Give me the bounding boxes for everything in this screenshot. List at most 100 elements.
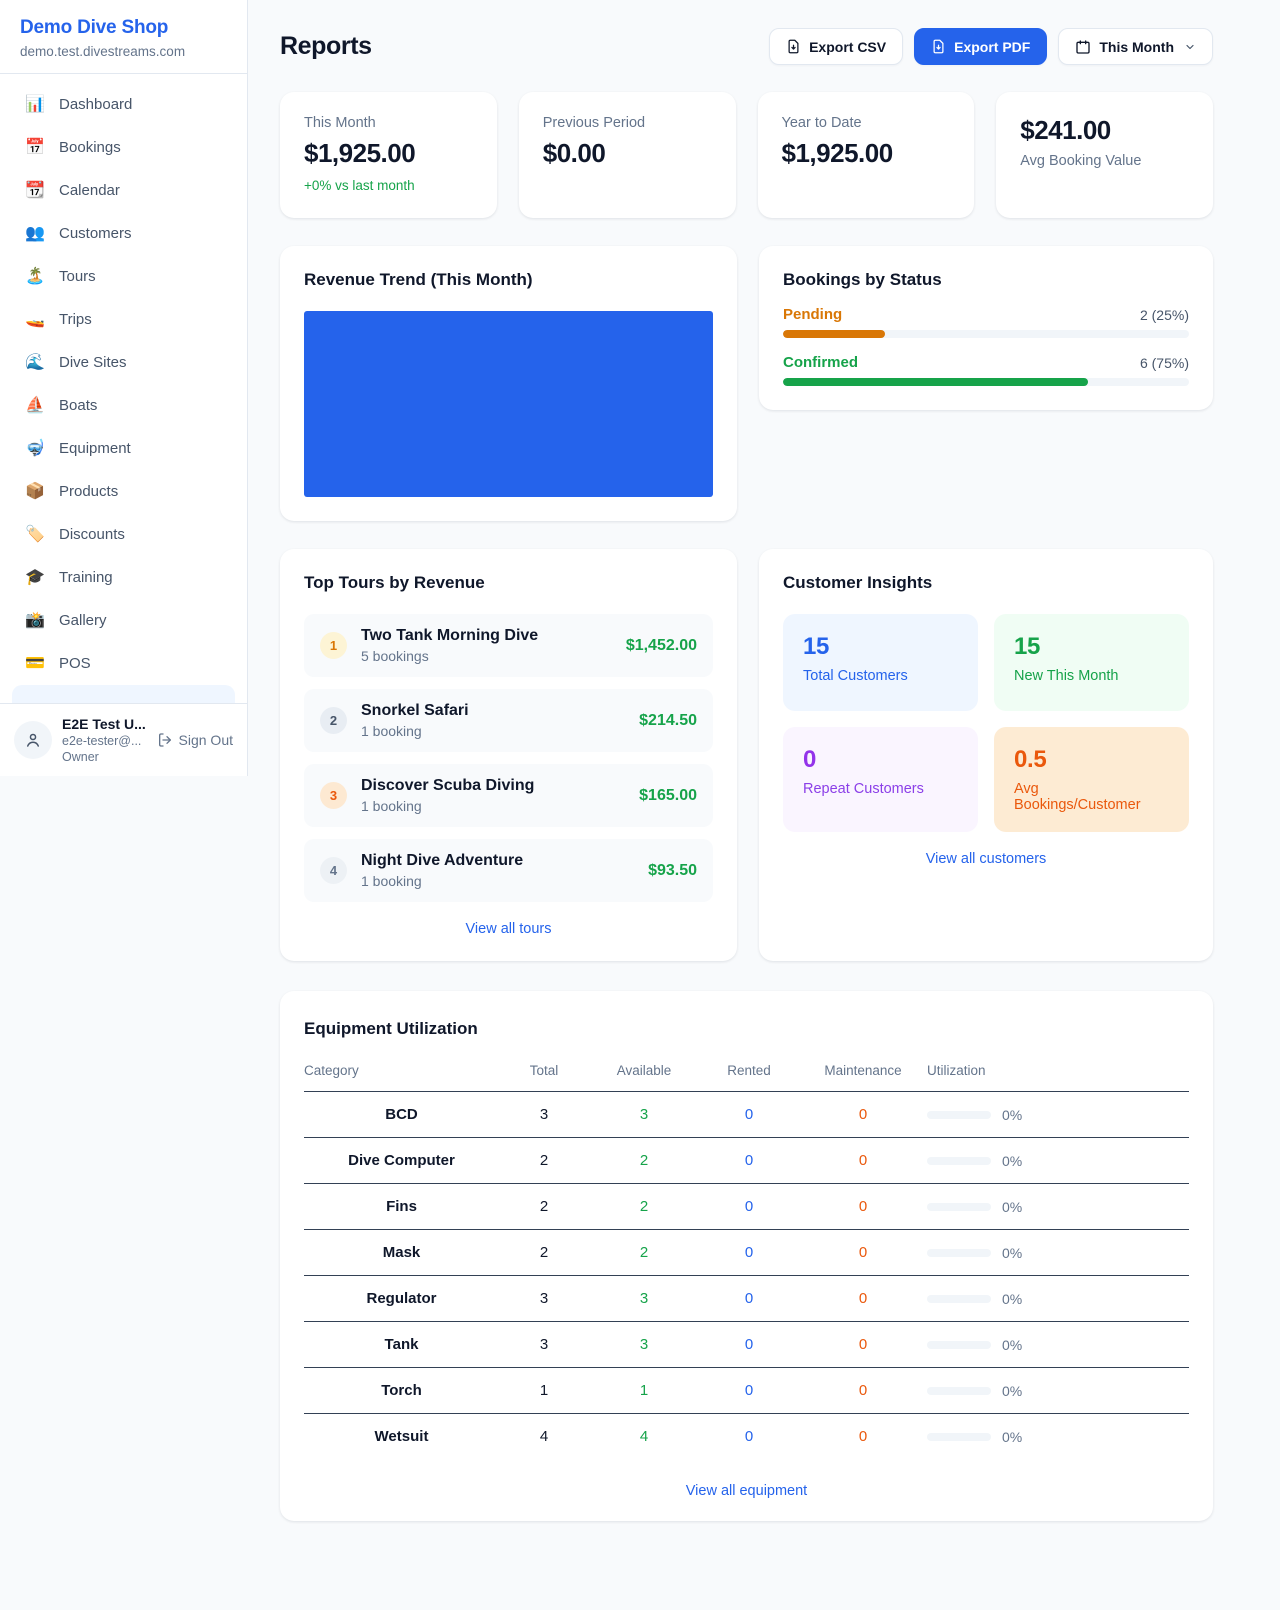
period-select[interactable]: This Month — [1058, 28, 1213, 65]
sidebar-item-gallery[interactable]: 📸Gallery — [12, 600, 235, 640]
tour-rank-badge: 1 — [320, 632, 347, 659]
sidebar-item-discounts[interactable]: 🏷️Discounts — [12, 514, 235, 554]
available-cell: 3 — [589, 1276, 699, 1322]
boats-icon: ⛵ — [24, 395, 46, 415]
sidebar-header: Demo Dive Shop demo.test.divestreams.com — [0, 0, 247, 74]
table-row: Wetsuit44000% — [304, 1414, 1189, 1460]
utilization-cell: 0% — [927, 1276, 1189, 1322]
page-header: Reports Export CSV Export PDF This Month — [280, 28, 1213, 65]
available-cell: 3 — [589, 1092, 699, 1138]
sidebar-item-label: Trips — [59, 311, 92, 328]
tour-name: Snorkel Safari — [361, 702, 625, 720]
stat-label: Year to Date — [782, 115, 951, 131]
tour-rank-badge: 4 — [320, 857, 347, 884]
table-row: Regulator33000% — [304, 1276, 1189, 1322]
stat-value: $0.00 — [543, 138, 712, 169]
utilization-percent: 0% — [1002, 1337, 1022, 1353]
category-cell: BCD — [304, 1092, 499, 1138]
export-pdf-button[interactable]: Export PDF — [914, 28, 1047, 65]
tour-bookings-count: 1 booking — [361, 873, 634, 889]
maintenance-cell: 0 — [799, 1276, 927, 1322]
sidebar-item-bookings[interactable]: 📅 Bookings — [12, 127, 235, 167]
charts-row: Revenue Trend (This Month) Bookings by S… — [280, 246, 1213, 521]
sidebar-user-panel: E2E Test U... e2e-tester@... Owner Sign … — [0, 703, 247, 776]
utilization-bar — [927, 1387, 991, 1395]
tour-bookings-count: 5 bookings — [361, 648, 612, 664]
tour-revenue: $93.50 — [648, 862, 697, 880]
available-cell: 2 — [589, 1138, 699, 1184]
shop-name[interactable]: Demo Dive Shop — [20, 17, 227, 39]
tour-revenue: $165.00 — [639, 787, 697, 805]
insights-row: Top Tours by Revenue 1Two Tank Morning D… — [280, 549, 1213, 961]
utilization-wrap: 0% — [927, 1107, 1189, 1123]
category-cell: Tank — [304, 1322, 499, 1368]
export-csv-button[interactable]: Export CSV — [769, 28, 903, 65]
tour-info: Night Dive Adventure1 booking — [361, 852, 634, 889]
utilization-cell: 0% — [927, 1184, 1189, 1230]
utilization-bar — [927, 1203, 991, 1211]
person-icon — [24, 731, 42, 749]
sign-out-button[interactable]: Sign Out — [157, 732, 233, 748]
customer-insights-tiles: 15Total Customers15New This Month0Repeat… — [783, 614, 1189, 832]
sidebar-item-active-clipped[interactable] — [12, 685, 235, 703]
customers-icon: 👥 — [24, 223, 46, 243]
insight-value: 0 — [803, 746, 958, 774]
sidebar-item-label: Products — [59, 483, 118, 500]
utilization-percent: 0% — [1002, 1153, 1022, 1169]
sidebar-item-products[interactable]: 📦 Products — [12, 471, 235, 511]
main-content: Reports Export CSV Export PDF This Month — [248, 0, 1280, 1561]
bookings-status-card: Bookings by Status Pending2 (25%)Confirm… — [759, 246, 1213, 410]
status-row-top: Pending2 (25%) — [783, 306, 1189, 323]
revenue-trend-chart — [304, 311, 713, 497]
sidebar-item-tours[interactable]: 🏝️ Tours — [12, 256, 235, 296]
category-cell: Dive Computer — [304, 1138, 499, 1184]
sidebar-item-label: Dashboard — [59, 96, 132, 113]
tour-row: 4 Night Dive Adventure1 booking $93.50 — [304, 839, 713, 902]
maintenance-cell: 0 — [799, 1092, 927, 1138]
tour-row: 1Two Tank Morning Dive5 bookings$1,452.0… — [304, 614, 713, 677]
bookings-icon: 📅 — [24, 137, 46, 157]
sidebar-item-trips[interactable]: 🚤Trips — [12, 299, 235, 339]
total-cell: 2 — [499, 1230, 589, 1276]
stat-value: $241.00 — [1020, 115, 1189, 146]
maintenance-cell: 0 — [799, 1368, 927, 1414]
view-all-equipment-link[interactable]: View all equipment — [304, 1483, 1189, 1499]
rented-cell: 0 — [699, 1322, 799, 1368]
sidebar-item-pos[interactable]: 💳POS — [12, 643, 235, 683]
status-label: Confirmed — [783, 354, 858, 371]
maintenance-cell: 0 — [799, 1184, 927, 1230]
sidebar-item-training[interactable]: 🎓Training — [12, 557, 235, 597]
utilization-bar — [927, 1295, 991, 1303]
available-cell: 4 — [589, 1414, 699, 1460]
sidebar-item-dive-sites[interactable]: 🌊Dive Sites — [12, 342, 235, 382]
sidebar-item-equipment[interactable]: 🤿Equipment — [12, 428, 235, 468]
utilization-wrap: 0% — [927, 1245, 1189, 1261]
customer-insights-card: Customer Insights 15Total Customers15New… — [759, 549, 1213, 961]
rented-cell: 0 — [699, 1276, 799, 1322]
top-tours-list: 1Two Tank Morning Dive5 bookings$1,452.0… — [304, 614, 713, 902]
view-all-tours-link[interactable]: View all tours — [304, 921, 713, 937]
tours-icon: 🏝️ — [24, 266, 46, 286]
table-row: Torch11000% — [304, 1368, 1189, 1414]
sidebar-item-label: Tours — [59, 268, 96, 285]
insight-tile-repeat-customers: 0Repeat Customers — [783, 727, 978, 832]
view-all-customers-link[interactable]: View all customers — [783, 851, 1189, 867]
table-row: Dive Computer22000% — [304, 1138, 1189, 1184]
sidebar-item-calendar[interactable]: 📆Calendar — [12, 170, 235, 210]
sidebar-item-customers[interactable]: 👥Customers — [12, 213, 235, 253]
maintenance-cell: 0 — [799, 1322, 927, 1368]
tour-info: Two Tank Morning Dive5 bookings — [361, 627, 612, 664]
rented-cell: 0 — [699, 1230, 799, 1276]
tour-info: Discover Scuba Diving1 booking — [361, 777, 625, 814]
sidebar-item-boats[interactable]: ⛵Boats — [12, 385, 235, 425]
insight-label: Total Customers — [803, 668, 958, 684]
tour-name: Discover Scuba Diving — [361, 777, 625, 795]
sidebar-item-label: Bookings — [59, 139, 121, 156]
sidebar-item-dashboard[interactable]: 📊Dashboard — [12, 84, 235, 124]
status-row: Confirmed6 (75%) — [783, 354, 1189, 386]
column-header-utilization: Utilization — [927, 1053, 1189, 1092]
calendar-icon — [1075, 39, 1091, 55]
sidebar-item-label: POS — [59, 655, 91, 672]
products-icon: 📦 — [24, 481, 46, 501]
total-cell: 2 — [499, 1184, 589, 1230]
